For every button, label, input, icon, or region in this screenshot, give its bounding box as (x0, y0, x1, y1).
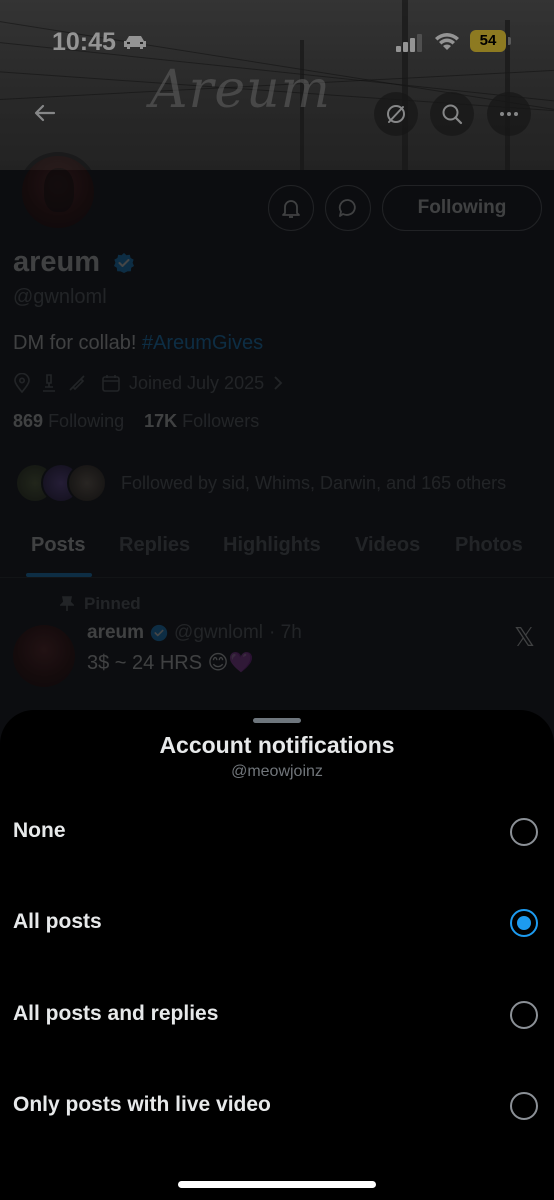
sheet-grabber[interactable] (253, 718, 301, 723)
option-all-posts-and-replies[interactable]: All posts and replies (0, 980, 554, 1050)
option-live-video[interactable]: Only posts with live video (0, 1071, 554, 1141)
account-notifications-sheet: Account notifications @meowjoinz None Al… (0, 710, 554, 1200)
radio-button[interactable] (510, 818, 538, 846)
sheet-subtitle: @meowjoinz (231, 763, 323, 780)
home-indicator[interactable] (178, 1181, 376, 1188)
radio-button[interactable] (510, 1001, 538, 1029)
option-label: All posts (13, 910, 102, 933)
option-all-posts[interactable]: All posts (0, 888, 554, 958)
option-label: None (13, 819, 66, 842)
option-none[interactable]: None (0, 797, 554, 867)
radio-button[interactable] (510, 1092, 538, 1120)
radio-button-selected[interactable] (510, 909, 538, 937)
option-label: All posts and replies (13, 1002, 219, 1025)
sheet-title: Account notifications (159, 732, 395, 758)
option-label: Only posts with live video (13, 1093, 271, 1116)
